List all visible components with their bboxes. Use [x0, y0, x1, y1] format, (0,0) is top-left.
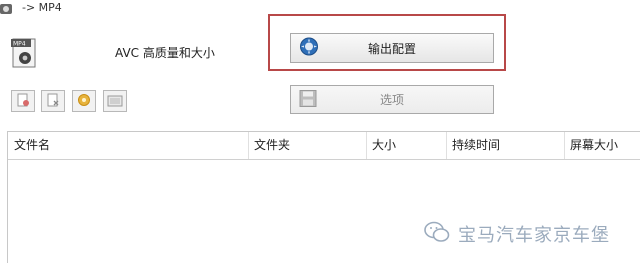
remove-file-button[interactable]	[41, 90, 65, 112]
preview-button[interactable]	[103, 90, 127, 112]
remove-file-icon	[46, 92, 60, 111]
column-header-size[interactable]: 大小	[366, 132, 446, 159]
format-description: AVC 高质量和大小	[115, 46, 215, 60]
convert-settings-button[interactable]	[72, 90, 96, 112]
wechat-logo-icon	[424, 221, 450, 247]
app-icon	[0, 0, 14, 14]
preview-icon	[107, 92, 123, 111]
output-config-button[interactable]: 输出配置	[290, 33, 494, 63]
add-file-icon	[16, 92, 30, 111]
table-header: 文件名 文件夹 大小 持续时间 屏幕大小	[8, 132, 640, 160]
window-title: -> MP4	[22, 1, 62, 14]
options-button[interactable]: 选项	[290, 85, 494, 114]
settings-icon	[77, 92, 91, 111]
gear-globe-icon	[299, 37, 319, 60]
mp4-file-icon: MP4	[10, 37, 40, 69]
output-config-label: 输出配置	[367, 41, 416, 56]
add-file-button[interactable]	[11, 90, 35, 112]
column-header-folder[interactable]: 文件夹	[248, 132, 366, 159]
watermark: 宝马汽车家京车堡	[424, 221, 610, 247]
column-header-screen-size[interactable]: 屏幕大小	[564, 132, 640, 159]
watermark-text: 宝马汽车家京车堡	[458, 225, 610, 246]
save-options-icon	[299, 89, 317, 110]
column-header-filename[interactable]: 文件名	[8, 132, 248, 159]
mp4-icon-text: MP4	[13, 41, 26, 48]
column-header-duration[interactable]: 持续时间	[446, 132, 564, 159]
options-label: 选项	[379, 93, 404, 107]
